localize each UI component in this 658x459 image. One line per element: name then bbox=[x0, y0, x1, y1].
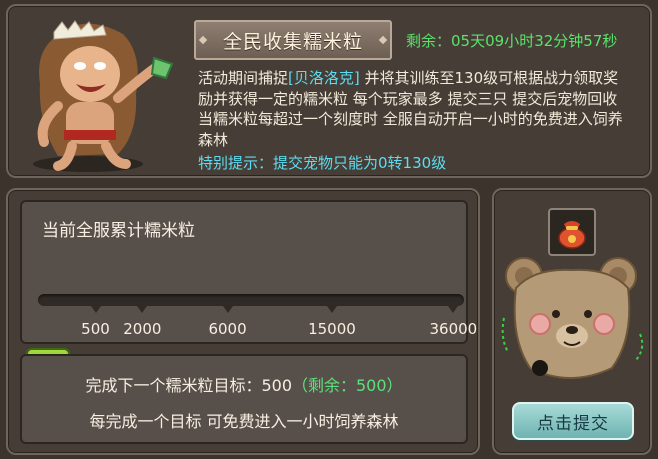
milestone-tick bbox=[90, 306, 101, 313]
progress-panel: 当前全服累计糯米粒 0 500 2000 6000 15000 36000 完成下一个糯… bbox=[6, 188, 480, 455]
timer-value: 05天09小时32分钟57秒 bbox=[451, 32, 618, 50]
goal-remaining: （剩余：500） bbox=[292, 376, 403, 395]
goal-reward-text: 每完成一个目标 可免费进入一小时饲养森林 bbox=[89, 412, 399, 431]
event-title: 全民收集糯米粒 bbox=[194, 20, 392, 60]
goal-prefix: 完成下一个糯米粒目标： bbox=[85, 376, 262, 395]
npc-caveman-icon bbox=[33, 20, 174, 172]
milestone-label: 36000 bbox=[429, 320, 478, 338]
submit-panel: 点击提交 bbox=[492, 188, 652, 455]
bag-icon bbox=[558, 221, 586, 249]
desc-pet-name: [贝洛洛克] bbox=[288, 69, 360, 87]
tip-text: 提交宠物只能为0转130级 bbox=[273, 154, 447, 172]
next-goal-text: 完成下一个糯米粒目标：500（剩余：500） bbox=[22, 372, 466, 396]
goal-box: 完成下一个糯米粒目标：500（剩余：500） 每完成一个目标 可免费进入一小时饲… bbox=[20, 354, 468, 444]
bear-pet-icon bbox=[501, 257, 644, 379]
milestone-label: 15000 bbox=[308, 320, 356, 338]
goal-target: 500 bbox=[261, 376, 292, 395]
submit-button[interactable]: 点击提交 bbox=[512, 402, 634, 440]
desc-before: 活动期间捕捉 bbox=[198, 69, 289, 87]
milestone-label: 2000 bbox=[123, 320, 162, 338]
milestone-tick bbox=[137, 306, 148, 313]
event-info-panel: 全民收集糯米粒 剩余：05天09小时32分钟57秒 活动期间捕捉[贝洛洛克] 并… bbox=[6, 4, 652, 178]
progress-bar: 0 bbox=[26, 294, 464, 388]
special-tip: 特别提示：提交宠物只能为0转130级 bbox=[198, 152, 446, 173]
progress-title: 当前全服累计糯米粒 bbox=[42, 221, 195, 241]
progress-box: 当前全服累计糯米粒 0 500 2000 6000 15000 36000 bbox=[20, 200, 477, 388]
milestone-tick bbox=[326, 306, 337, 313]
milestone-tick bbox=[448, 306, 459, 313]
milestone-tick bbox=[222, 306, 233, 313]
milestone-label: 500 bbox=[81, 320, 110, 338]
timer-label: 剩余： bbox=[406, 32, 452, 50]
milestone-label: 6000 bbox=[208, 320, 247, 338]
countdown-timer: 剩余：05天09小时32分钟57秒 bbox=[406, 30, 617, 51]
event-description: 活动期间捕捉[贝洛洛克] 并将其训练至130级可根据战力领取奖励并获得一定的糯米… bbox=[198, 68, 628, 150]
tip-label: 特别提示： bbox=[198, 154, 274, 172]
